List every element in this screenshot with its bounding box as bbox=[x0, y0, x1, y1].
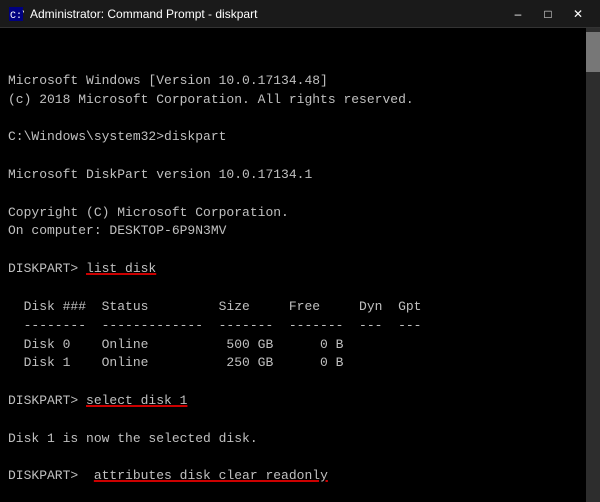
console-line: Copyright (C) Microsoft Corporation. bbox=[8, 204, 578, 223]
svg-text:C:\: C:\ bbox=[10, 10, 24, 22]
maximize-button[interactable]: □ bbox=[534, 3, 562, 25]
scrollbar[interactable] bbox=[586, 28, 600, 502]
console-line bbox=[8, 147, 578, 166]
console-output[interactable]: Microsoft Windows [Version 10.0.17134.48… bbox=[0, 28, 586, 502]
console-line: Microsoft DiskPart version 10.0.17134.1 bbox=[8, 166, 578, 185]
prompt-text: DISKPART> bbox=[8, 261, 86, 276]
console-line: DISKPART> select disk 1 bbox=[8, 392, 578, 411]
console-line: C:\Windows\system32>diskpart bbox=[8, 128, 578, 147]
console-line: Microsoft Windows [Version 10.0.17134.48… bbox=[8, 72, 578, 91]
prompt-text: DISKPART> bbox=[8, 468, 94, 483]
cmd-icon: C:\ bbox=[8, 6, 24, 22]
scrollbar-thumb[interactable] bbox=[586, 32, 600, 72]
console-line bbox=[8, 279, 578, 298]
console-line bbox=[8, 109, 578, 128]
console-area: Microsoft Windows [Version 10.0.17134.48… bbox=[0, 28, 600, 502]
console-line bbox=[8, 373, 578, 392]
minimize-button[interactable]: – bbox=[504, 3, 532, 25]
console-line: Disk 1 Online 250 GB 0 B bbox=[8, 354, 578, 373]
console-line: DISKPART> list disk bbox=[8, 260, 578, 279]
command-text: select disk 1 bbox=[86, 393, 187, 408]
console-line: -------- ------------- ------- ------- -… bbox=[8, 317, 578, 336]
console-line: Disk 1 is now the selected disk. bbox=[8, 430, 578, 449]
console-line: Disk 0 Online 500 GB 0 B bbox=[8, 336, 578, 355]
command-text: list disk bbox=[86, 261, 156, 276]
console-line: On computer: DESKTOP-6P9N3MV bbox=[8, 222, 578, 241]
window-controls: – □ ✕ bbox=[504, 3, 592, 25]
title-bar: C:\ Administrator: Command Prompt - disk… bbox=[0, 0, 600, 28]
console-line bbox=[8, 411, 578, 430]
console-line bbox=[8, 449, 578, 468]
console-line bbox=[8, 241, 578, 260]
console-line: DISKPART> attributes disk clear readonly bbox=[8, 467, 578, 486]
command-text: attributes disk clear readonly bbox=[94, 468, 328, 483]
prompt-text: DISKPART> bbox=[8, 393, 86, 408]
close-button[interactable]: ✕ bbox=[564, 3, 592, 25]
console-line: (c) 2018 Microsoft Corporation. All righ… bbox=[8, 91, 578, 110]
window: C:\ Administrator: Command Prompt - disk… bbox=[0, 0, 600, 502]
window-title: Administrator: Command Prompt - diskpart bbox=[30, 7, 504, 21]
console-line bbox=[8, 486, 578, 502]
console-line: Disk ### Status Size Free Dyn Gpt bbox=[8, 298, 578, 317]
console-line bbox=[8, 185, 578, 204]
